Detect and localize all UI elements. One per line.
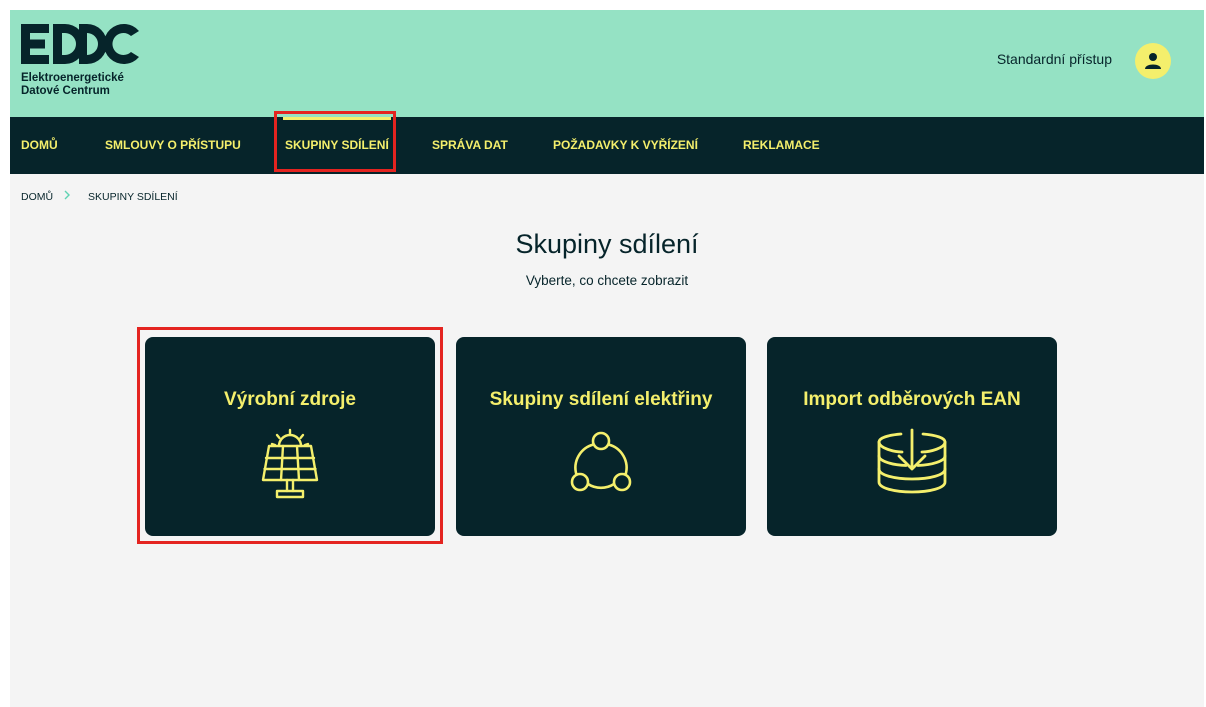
card-title: Skupiny sdílení elektřiny	[489, 389, 713, 410]
app-frame: Elektroenergetické Datové Centrum Standa…	[10, 10, 1204, 707]
page-title: Skupiny sdílení	[515, 229, 699, 259]
highlight-box-nav	[274, 111, 396, 172]
nav-item-sprava-dat[interactable]: SPRÁVA DAT	[432, 117, 508, 174]
logo-line-1: Elektroenergetické	[21, 72, 124, 84]
card-import-odberovych-ean[interactable]: Import odběrových EAN	[767, 337, 1057, 536]
share-group-icon	[570, 431, 632, 492]
card-skupiny-sdileni-elektriny[interactable]: Skupiny sdílení elektřiny	[456, 337, 746, 536]
nav-item-domu[interactable]: DOMŮ	[21, 117, 58, 174]
nav-item-reklamace[interactable]: REKLAMACE	[743, 117, 820, 174]
nav-item-smlouvy[interactable]: SMLOUVY O PŘÍSTUPU	[105, 117, 241, 174]
header: Elektroenergetické Datové Centrum Standa…	[10, 10, 1204, 117]
nav-item-pozadavky[interactable]: POŽADAVKY K VYŘÍZENÍ	[553, 117, 698, 174]
eddc-logo[interactable]	[21, 22, 143, 68]
main-nav: DOMŮ SMLOUVY O PŘÍSTUPU SKUPINY SDÍLENÍ …	[10, 117, 1204, 174]
logo-line-2: Datové Centrum	[21, 85, 110, 97]
breadcrumb-current: SKUPINY SDÍLENÍ	[88, 191, 178, 203]
import-database-icon	[877, 428, 947, 494]
highlight-box-card	[137, 327, 443, 544]
card-title: Import odběrových EAN	[803, 389, 1021, 410]
user-avatar-button[interactable]	[1135, 43, 1171, 79]
user-icon	[1145, 53, 1161, 69]
breadcrumb-home[interactable]: DOMŮ	[21, 191, 53, 203]
chevron-right-icon	[64, 190, 70, 200]
access-level-label: Standardní přístup	[996, 51, 1112, 67]
logo-text: Elektroenergetické Datové Centrum	[21, 72, 124, 98]
page-subtitle: Vyberte, co chcete zobrazit	[525, 273, 689, 288]
